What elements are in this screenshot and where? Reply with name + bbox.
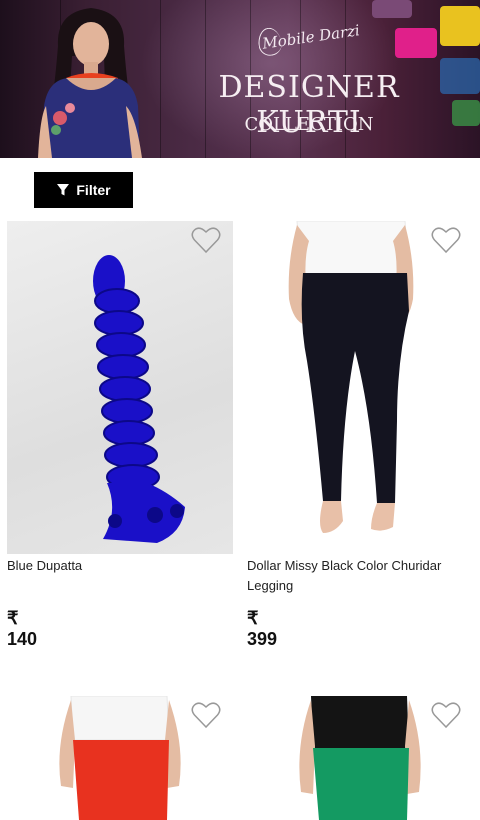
decor-tile [440,58,480,94]
decor-tile [440,6,480,46]
product-name[interactable]: Blue Dupatta [7,556,233,576]
product-name[interactable]: Dollar Missy Black Color Churidar Leggin… [247,556,473,596]
decor-tile [372,0,412,18]
blue-dupatta-image [93,255,185,543]
filter-button[interactable]: Filter [34,172,133,208]
product-price: ₹ 399 [247,608,278,649]
wishlist-heart-icon[interactable] [431,226,461,254]
black-legging-image [288,221,414,533]
wishlist-heart-icon[interactable] [191,701,221,729]
designer-kurti-banner[interactable]: Mobile Darzi DESIGNER KURTI COLLECTION [0,0,480,158]
filter-icon [57,184,70,196]
wishlist-heart-icon[interactable] [431,701,461,729]
product-image[interactable] [247,221,473,554]
wood-plank-line [160,0,161,158]
decor-tile [452,100,480,126]
product-image[interactable] [7,221,233,554]
wishlist-heart-icon[interactable] [191,226,221,254]
filter-label: Filter [76,182,111,198]
banner-subtitle: COLLECTION [244,114,374,135]
decor-tile [395,28,437,58]
model-photo [38,8,142,158]
product-price: ₹ 140 [7,608,38,649]
